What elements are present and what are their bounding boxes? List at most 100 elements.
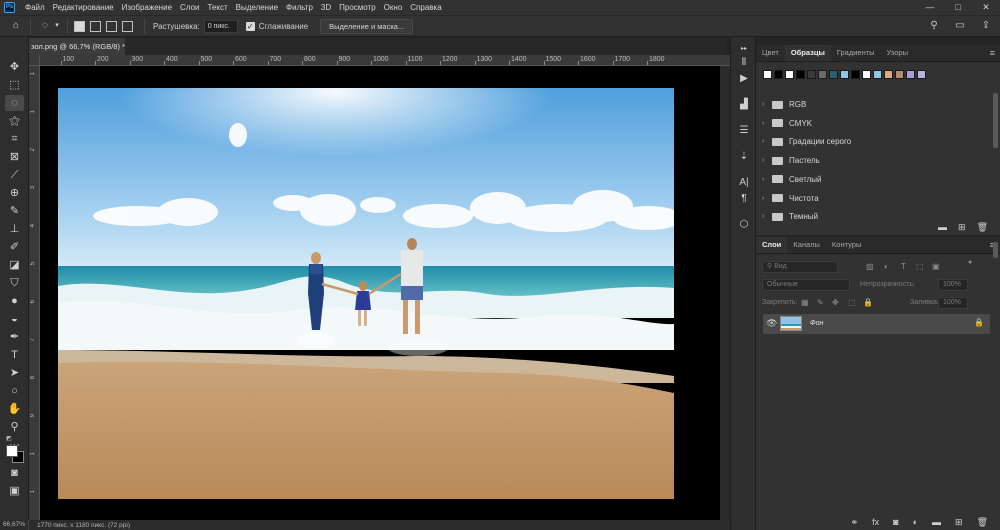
filter-adjustment-icon[interactable]: ◐ [884,262,889,271]
color-swatch[interactable] [785,70,794,79]
crop-tool-icon[interactable]: ⌗ [5,131,24,147]
color-swatch[interactable] [796,70,805,79]
tab-patterns[interactable]: Узоры [881,45,914,61]
menu-3d[interactable]: 3D [317,3,335,12]
menu-filter[interactable]: Фильтр [282,3,317,12]
color-swatch[interactable] [807,70,816,79]
delete-layer-icon[interactable]: 🗑 [977,517,988,528]
color-swatch[interactable] [906,70,915,79]
lock-artboard-icon[interactable]: ⬚ [848,298,856,307]
magic-wand-tool-icon[interactable]: ⚝ [5,113,24,129]
history-brush-tool-icon[interactable]: ✐ [5,239,24,255]
frame-tool-icon[interactable]: ⊠ [5,149,24,165]
menu-window[interactable]: Окно [380,3,407,12]
color-swatch[interactable] [862,70,871,79]
quick-mask-icon[interactable]: ◙ [5,465,24,481]
paint-bucket-tool-icon[interactable]: ⛉ [5,275,24,291]
share-icon[interactable]: ⇪ [978,19,994,33]
vertical-scrollbar[interactable] [720,66,730,520]
photoshop-logo[interactable]: Ps [4,2,15,13]
menu-view[interactable]: Просмотр [335,3,380,12]
move-tool-icon[interactable]: ✥ [5,59,24,75]
feather-input[interactable]: 0 пикс. [203,19,238,33]
screen-mode-icon[interactable]: ▣ [5,483,24,499]
link-layers-icon[interactable]: ⚭ [851,517,859,528]
zoom-tool-icon[interactable]: ⚲ [5,419,24,435]
menu-edit[interactable]: Редактирование [49,3,118,12]
brush-tool-icon[interactable]: ✎ [5,203,24,219]
tab-layers[interactable]: Слои [756,237,788,253]
vertical-ruler[interactable]: 1 1 2 3 4 5 6 7 8 9 1 1 [29,66,40,520]
add-selection-icon[interactable] [90,20,101,32]
menu-image[interactable]: Изображение [118,3,176,12]
filter-smart-icon[interactable]: ▣ [932,262,940,271]
new-group-icon[interactable]: ▬ [932,517,941,528]
dodge-tool-icon[interactable]: ◒ [5,311,24,327]
document-tab[interactable]: зол.png @ 66,7% (RGB/8) * [29,38,125,55]
chevron-right-icon[interactable]: › [762,157,770,164]
clone-stamp-tool-icon[interactable]: ⊥ [5,221,24,237]
swatch-folder[interactable]: › RGB [762,97,806,112]
color-swatch[interactable] [829,70,838,79]
lock-all-icon[interactable]: 🔒 [863,298,873,307]
menu-help[interactable]: Справка [406,3,445,12]
chevron-right-icon[interactable]: › [762,101,770,108]
lasso-tool-icon[interactable]: ◌ [5,95,24,111]
layer-search-input[interactable]: ⚲ Вид [762,261,838,273]
close-button[interactable]: ✕ [972,0,1000,15]
new-selection-icon[interactable] [74,20,85,32]
histogram-icon[interactable]: ▟ [735,97,753,113]
tab-color[interactable]: Цвет [756,45,785,61]
eraser-tool-icon[interactable]: ◪ [5,257,24,273]
chevron-right-icon[interactable]: › [762,138,770,145]
layer-lock-icon[interactable]: 🔒 [974,318,984,327]
color-swatch[interactable] [774,70,783,79]
ellipse-tool-icon[interactable]: ○ [5,383,24,399]
layer-style-icon[interactable]: fx [872,517,879,528]
tab-gradients[interactable]: Градиенты [831,45,881,61]
lock-image-icon[interactable]: ✎ [817,298,824,307]
color-swatch[interactable] [763,70,772,79]
horizontal-ruler[interactable]: 0010020030040050060070080090010001100120… [40,55,730,66]
paragraph-icon[interactable]: ¶ [735,191,753,207]
menu-select[interactable]: Выделение [232,3,282,12]
hand-tool-icon[interactable]: ✋ [5,401,24,417]
foreground-color-swatch[interactable] [6,445,18,457]
zoom-level[interactable]: 66,67% [0,520,29,530]
layers-scrollbar[interactable] [993,242,998,258]
adjustment-layer-icon[interactable]: ◐ [913,517,918,528]
canvas-area[interactable] [40,66,720,520]
visibility-eye-icon[interactable]: 👁 [766,318,777,329]
properties-icon[interactable]: ☰ [735,123,753,139]
color-swatch[interactable] [840,70,849,79]
fill-input[interactable]: 100% [938,297,968,309]
default-colors-icon[interactable]: ◩ [6,435,14,442]
lock-transparency-icon[interactable]: ▦ [801,298,809,307]
healing-brush-tool-icon[interactable]: ⊕ [5,185,24,201]
3d-icon[interactable]: ⬡ [735,217,753,233]
delete-icon[interactable]: 🗑 [977,222,988,233]
chevron-right-icon[interactable]: › [762,195,770,202]
opacity-input[interactable]: 100% [938,279,968,291]
marquee-tool-icon[interactable]: ⬚ [5,77,24,93]
actions-play-icon[interactable]: ▶ [735,71,753,87]
path-selection-tool-icon[interactable]: ➤ [5,365,24,381]
history-icon[interactable]: ⦀ [735,55,753,71]
add-mask-icon[interactable]: ◙ [893,517,898,528]
chevron-down-icon[interactable]: ▾ [53,19,61,33]
new-group-icon[interactable]: ▬ [938,222,947,233]
chevron-right-icon[interactable]: › [762,120,770,127]
color-swatch[interactable] [873,70,882,79]
panel-menu-icon[interactable]: ≡ [990,48,995,58]
eyedropper-tool-icon[interactable]: ⟋ [5,167,24,183]
swatch-folder[interactable]: › Темный [762,209,818,224]
menu-layers[interactable]: Слои [176,3,203,12]
menu-type[interactable]: Текст [203,3,231,12]
filter-shape-icon[interactable]: ⬚ [916,262,924,271]
lock-position-icon[interactable]: ✥ [832,298,839,307]
tab-swatches[interactable]: Образцы [784,45,831,61]
filter-toggle-icon[interactable]: ● [968,259,972,266]
swatches-scrollbar[interactable] [993,93,998,148]
swatch-folder[interactable]: › Светлый [762,172,822,187]
maximize-button[interactable]: □ [944,0,972,15]
